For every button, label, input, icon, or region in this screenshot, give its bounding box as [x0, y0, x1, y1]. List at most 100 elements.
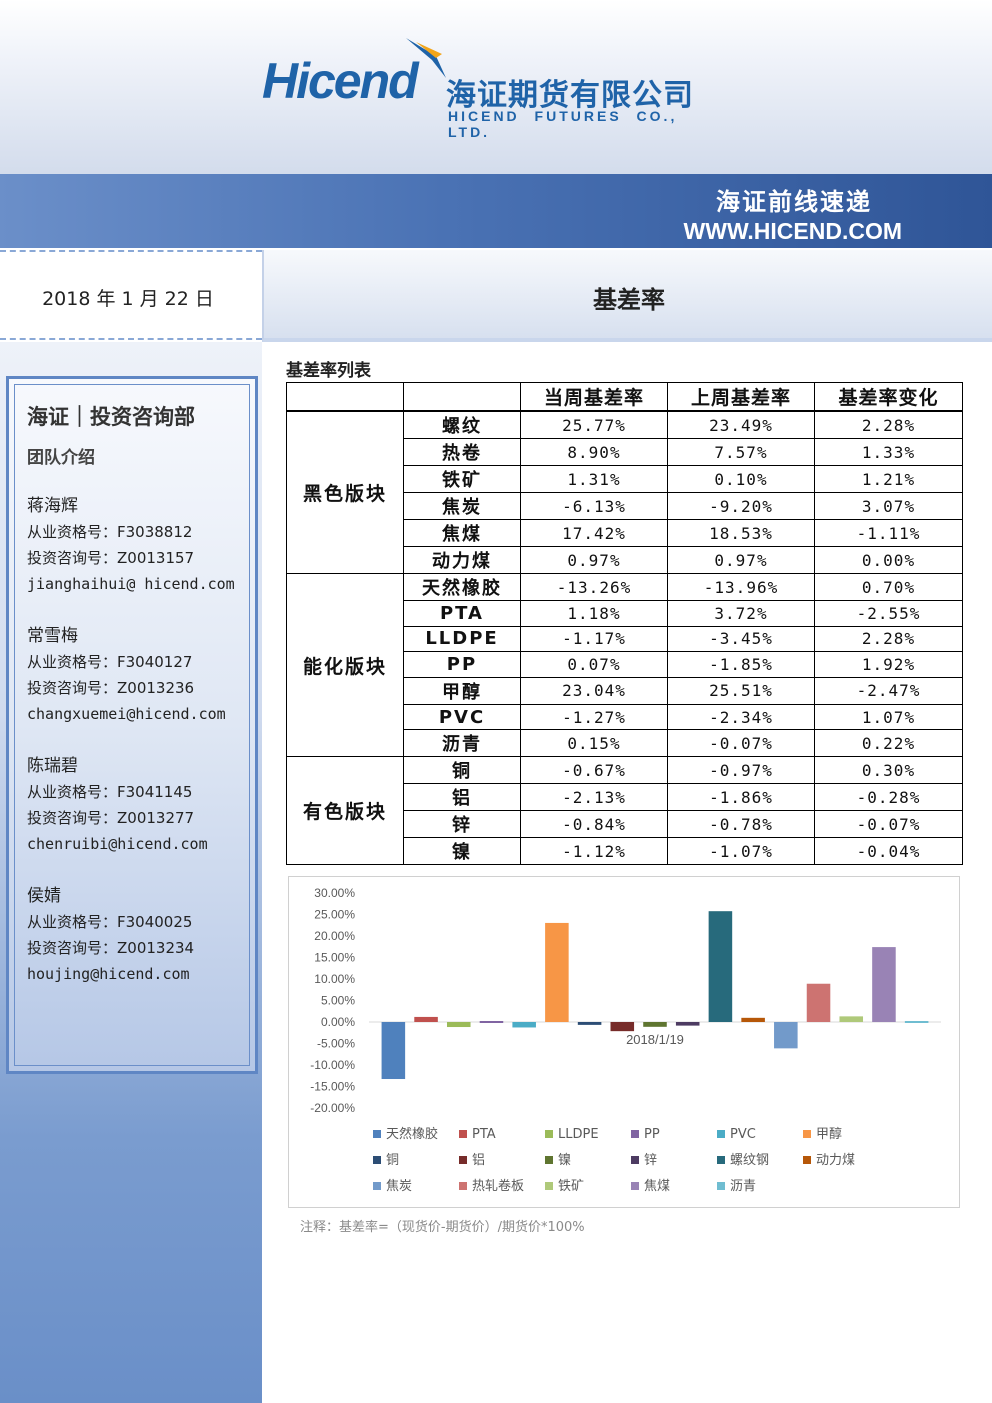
company-name-en: HICEND FUTURES CO., LTD.	[448, 108, 678, 140]
commodity-cell: 焦炭	[403, 492, 521, 520]
rate-change-cell: 0.22%	[814, 729, 963, 758]
table-row: 能化版块 天然橡胶 -13.26% -13.96% 0.70%	[286, 572, 963, 758]
bar-锌	[675, 1022, 700, 1026]
member-advice-id: 投资咨询号：Z0013157	[27, 549, 195, 567]
member-email[interactable]: jianghaihui@ hicend.com	[27, 571, 257, 597]
commodity-cell: LLDPE	[403, 625, 521, 653]
current-rate-cell: -13.26%	[520, 573, 668, 601]
commodity-cell: PTA	[403, 600, 521, 627]
y-tick-label: 30.00%	[314, 886, 355, 900]
previous-rate-cell: -1.86%	[667, 783, 815, 812]
member-name: 陈瑞碧	[27, 756, 78, 776]
bar-沥青	[904, 1021, 929, 1023]
team-intro-heading: 团队介绍	[27, 448, 95, 468]
previous-rate-cell: -0.07%	[667, 729, 815, 758]
date-box: 2018 年 1 月 22 日	[0, 250, 262, 340]
rate-change-cell: -0.04%	[814, 837, 963, 866]
member-advice-id: 投资咨询号：Z0013277	[27, 809, 195, 827]
legend-swatch	[803, 1156, 811, 1164]
legend-label: 螺纹钢	[730, 1153, 769, 1168]
rate-change-cell: 0.30%	[814, 756, 963, 785]
bar-铜	[577, 1022, 602, 1025]
current-rate-cell: -0.67%	[520, 756, 668, 785]
legend-swatch	[631, 1156, 639, 1164]
previous-rate-cell: -3.45%	[667, 625, 815, 653]
footnote: 注释：基差率=（现货价-期货价）/期货价*100%	[300, 1220, 585, 1235]
rate-change-cell: 2.28%	[814, 410, 963, 439]
member-name: 侯婧	[27, 886, 61, 906]
header-current-week: 当周基差率	[520, 382, 668, 412]
previous-rate-cell: 18.53%	[667, 519, 815, 547]
member-name: 常雪梅	[27, 626, 78, 646]
commodity-cell: PVC	[403, 703, 521, 731]
rate-change-cell: -2.55%	[814, 600, 963, 627]
member-email[interactable]: houjing@hicend.com	[27, 961, 257, 987]
website-link[interactable]: WWW.HICEND.COM	[684, 218, 902, 245]
header: Hicend 海证期货有限公司 HICEND FUTURES CO., LTD.	[0, 0, 992, 174]
previous-rate-cell: -0.78%	[667, 810, 815, 839]
commodity-cell: 锌	[403, 810, 521, 839]
previous-rate-cell: -9.20%	[667, 492, 815, 520]
legend-label: 天然橡胶	[386, 1126, 438, 1142]
rate-change-cell: -2.47%	[814, 676, 963, 705]
current-rate-cell: -1.12%	[520, 837, 668, 866]
report-date: 2018 年 1 月 22 日	[42, 288, 214, 310]
member-qualification: 从业资格号：F3038812	[27, 523, 193, 541]
bar-甲醇	[545, 922, 569, 1022]
table-row: 黑色版块 螺纹 25.77% 23.49% 2.28%	[286, 410, 963, 574]
current-rate-cell: 1.18%	[520, 600, 668, 627]
current-rate-cell: 1.31%	[520, 465, 668, 493]
logo-wing-icon	[406, 38, 446, 78]
team-member: 侯婧 从业资格号：F3040025 投资咨询号：Z0013234 houjing…	[27, 883, 257, 987]
rate-change-cell: -0.07%	[814, 810, 963, 839]
y-tick-label: 25.00%	[314, 908, 355, 922]
legend-swatch	[459, 1182, 467, 1190]
legend-label: 热轧卷板	[472, 1178, 524, 1194]
header-blank-cell	[403, 382, 521, 412]
previous-rate-cell: 0.10%	[667, 465, 815, 493]
bar-焦炭	[774, 1022, 798, 1049]
rate-change-cell: 1.21%	[814, 465, 963, 493]
previous-rate-cell: 7.57%	[667, 438, 815, 466]
sector-cell: 黑色版块	[286, 410, 404, 574]
previous-rate-cell: 25.51%	[667, 676, 815, 705]
legend-label: 焦煤	[644, 1179, 670, 1194]
commodity-cell: 铝	[403, 783, 521, 812]
member-email[interactable]: chenruibi@hicend.com	[27, 831, 257, 857]
legend-label: PP	[644, 1127, 660, 1142]
legend-label: 铁矿	[558, 1179, 584, 1194]
y-tick-label: -20.00%	[310, 1101, 355, 1115]
current-rate-cell: 8.90%	[520, 438, 668, 466]
bar-LLDPE	[446, 1022, 471, 1028]
member-qualification: 从业资格号：F3040025	[27, 913, 193, 931]
current-rate-cell: 0.15%	[520, 729, 668, 758]
member-advice-id: 投资咨询号：Z0013236	[27, 679, 195, 697]
bar-镍	[643, 1022, 667, 1027]
rate-change-cell: 1.07%	[814, 703, 963, 731]
legend-swatch	[545, 1130, 553, 1138]
current-rate-cell: 0.97%	[520, 546, 668, 574]
banner: 海证前线速递 WWW.HICEND.COM	[0, 174, 992, 248]
rate-change-cell: 2.28%	[814, 625, 963, 653]
legend-label: PTA	[472, 1127, 496, 1142]
commodity-cell: 沥青	[403, 729, 521, 758]
rate-change-cell: 1.92%	[814, 651, 963, 678]
basis-rate-table: 当周基差率 上周基差率 基差率变化 黑色版块 螺纹 25.77% 23.49% 2.28…	[286, 382, 963, 866]
previous-rate-cell: 23.49%	[667, 410, 815, 439]
member-email[interactable]: changxuemei@hicend.com	[27, 701, 257, 727]
x-tick-label: 2018/1/19	[626, 1032, 684, 1047]
sector-cell: 能化版块	[286, 572, 404, 758]
rate-change-cell: 1.33%	[814, 438, 963, 466]
legend-swatch	[717, 1130, 725, 1138]
banner-title: 海证前线速递	[716, 188, 872, 216]
team-member: 蒋海辉 从业资格号：F3038812 投资咨询号：Z0013157 jiangh…	[27, 493, 257, 597]
y-tick-label: -5.00%	[317, 1037, 355, 1051]
y-tick-label: 10.00%	[314, 972, 355, 986]
commodity-cell: 铁矿	[403, 465, 521, 493]
team-member: 常雪梅 从业资格号：F3040127 投资咨询号：Z0013236 changx…	[27, 623, 257, 727]
commodity-cell: 甲醇	[403, 676, 521, 705]
commodity-cell: 镍	[403, 837, 521, 866]
member-qualification: 从业资格号：F3041145	[27, 783, 193, 801]
table-row: 有色版块铜 -0.67% -0.97% 0.30%	[286, 756, 963, 866]
bar-PVC	[512, 1022, 536, 1028]
